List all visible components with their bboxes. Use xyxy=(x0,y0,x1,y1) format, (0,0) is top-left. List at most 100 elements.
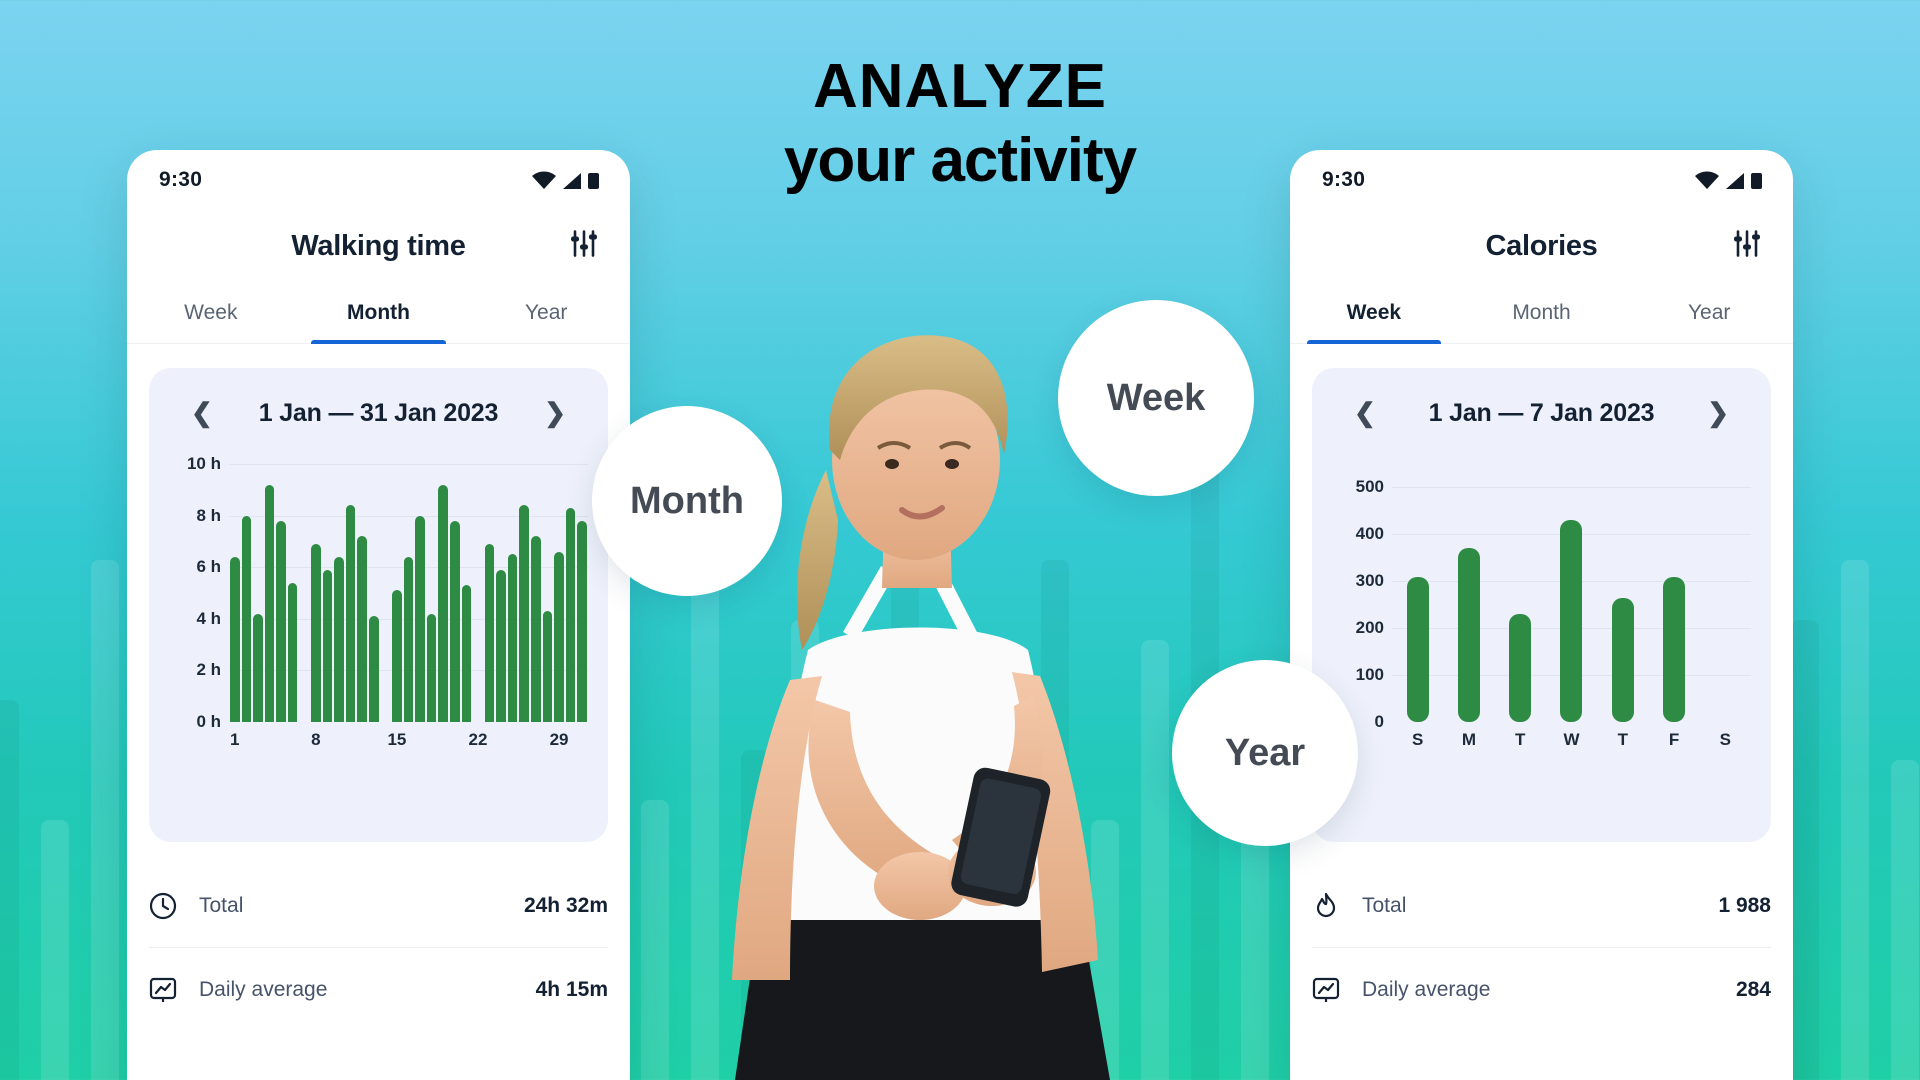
chart-bar xyxy=(1406,576,1429,722)
x-tick-label: 1 xyxy=(230,730,240,749)
tab-month-label: Month xyxy=(347,300,410,324)
x-tick-label: S xyxy=(1411,730,1424,749)
y-tick-label: 200 xyxy=(1355,618,1384,638)
tab-year[interactable]: Year xyxy=(1625,282,1793,343)
chart-bar xyxy=(1509,614,1532,722)
bubble-label: Year xyxy=(1224,731,1306,774)
phone-calories: 9:30 Calories Week Month Year ❮ 1 Jan — … xyxy=(1290,150,1793,1080)
stat-value: 4h 15m xyxy=(535,978,608,1001)
chevron-left-icon[interactable]: ❮ xyxy=(191,398,213,429)
chart-bar xyxy=(241,515,252,722)
chart-bar xyxy=(438,484,448,722)
stat-value: 284 xyxy=(1735,978,1771,1001)
page-title: ANALYZE your activity xyxy=(0,56,1920,192)
bar-series-right xyxy=(1392,464,1751,722)
chart-bar xyxy=(449,520,460,722)
chart-bar xyxy=(253,613,263,722)
tab-year-label: Year xyxy=(1687,300,1731,324)
walking-time-chart: 0 h 2 h 4 h 6 h 8 h 10 h 1 8 15 22 29 xyxy=(169,454,588,754)
calories-chart: 0 100 200 300 400 500 S M T W T F S xyxy=(1332,464,1751,754)
x-tick-label: F xyxy=(1668,730,1680,749)
chart-bar xyxy=(519,505,530,722)
chart-bar xyxy=(264,484,275,722)
screen-title: Walking time xyxy=(291,229,466,262)
headline-line-1: ANALYZE xyxy=(812,52,1108,121)
x-tick-label: W xyxy=(1563,730,1580,749)
y-axis-labels-right: 0 100 200 300 400 500 xyxy=(1332,464,1384,731)
chart-bar xyxy=(507,554,518,722)
chart-bar xyxy=(542,611,553,722)
tab-year[interactable]: Year xyxy=(462,282,630,343)
bubble-week[interactable]: Week xyxy=(1058,300,1254,496)
bubble-month[interactable]: Month xyxy=(592,406,782,596)
y-tick-label: 300 xyxy=(1355,571,1384,591)
stat-row-total-right: Total 1 988 xyxy=(1312,864,1771,948)
stat-name: Total xyxy=(1362,893,1407,917)
chart-bar xyxy=(531,536,541,722)
tab-month[interactable]: Month xyxy=(295,282,463,344)
headline-line-2: your activity xyxy=(783,126,1137,195)
x-tick-label: T xyxy=(1515,730,1526,749)
clock-icon xyxy=(149,892,193,920)
tab-year-label: Year xyxy=(524,300,568,324)
stat-row-total-left: Total 24h 32m xyxy=(149,864,608,948)
chart-bar xyxy=(322,569,333,722)
x-tick-label: T xyxy=(1617,730,1628,749)
chart-bar xyxy=(415,515,425,722)
chart-bar xyxy=(230,556,240,722)
flame-icon xyxy=(1312,892,1356,920)
chart-bar xyxy=(554,551,564,722)
bubble-year[interactable]: Year xyxy=(1172,660,1358,846)
y-tick-label: 500 xyxy=(1355,477,1384,497)
bar-series-left xyxy=(229,464,588,722)
date-range-selector-right: ❮ 1 Jan — 7 Jan 2023 ❯ xyxy=(1332,386,1751,440)
x-tick-label: 15 xyxy=(387,730,407,749)
sliders-icon[interactable] xyxy=(568,228,600,265)
y-tick-label: 6 h xyxy=(196,557,221,577)
app-bar-left: Walking time xyxy=(127,210,630,282)
chevron-right-icon[interactable]: ❯ xyxy=(1707,398,1729,429)
chart-card-left: ❮ 1 Jan — 31 Jan 2023 ❯ 0 h 2 h 4 h 6 h 8 h 1… xyxy=(149,368,608,842)
chart-trend-icon xyxy=(149,976,193,1004)
period-tabs-right: Week Month Year xyxy=(1290,282,1793,344)
chart-bar xyxy=(565,507,576,722)
stat-row-daily-average-right: Daily average 284 xyxy=(1312,948,1771,1032)
chart-bar xyxy=(403,556,414,722)
chart-bar xyxy=(287,582,298,722)
tab-month[interactable]: Month xyxy=(1458,282,1626,343)
chevron-left-icon[interactable]: ❮ xyxy=(1354,398,1376,429)
tab-week[interactable]: Week xyxy=(1290,282,1458,344)
stat-row-daily-average-left: Daily average 4h 15m xyxy=(149,948,608,1032)
phone-walking-time: 9:30 Walking time Week Month Year ❮ 1 Ja… xyxy=(127,150,630,1080)
x-tick-label: 29 xyxy=(549,730,569,749)
chart-card-right: ❮ 1 Jan — 7 Jan 2023 ❯ 0 100 200 300 400 500 … xyxy=(1312,368,1771,842)
x-tick-label: M xyxy=(1461,730,1476,749)
sliders-icon[interactable] xyxy=(1731,228,1763,265)
y-tick-label: 100 xyxy=(1355,665,1384,685)
chart-bar xyxy=(461,585,472,722)
stat-value: 24h 32m xyxy=(523,893,608,917)
app-bar-right: Calories xyxy=(1290,210,1793,282)
y-tick-label: 0 xyxy=(1374,712,1384,731)
chart-bar xyxy=(1457,548,1480,722)
stat-name: Total xyxy=(199,893,244,917)
screen-title: Calories xyxy=(1485,229,1598,262)
tab-week[interactable]: Week xyxy=(127,282,295,343)
chart-bar xyxy=(276,520,286,722)
tab-month-label: Month xyxy=(1512,300,1571,324)
stat-name: Daily average xyxy=(1362,978,1491,1001)
chevron-right-icon[interactable]: ❯ xyxy=(544,398,566,429)
stat-value: 1 988 xyxy=(1718,893,1771,917)
chart-bar xyxy=(334,556,344,722)
tab-week-label: Week xyxy=(184,300,238,324)
chart-trend-icon xyxy=(1312,976,1356,1004)
stat-name: Daily average xyxy=(199,978,328,1001)
x-tick-label: S xyxy=(1719,730,1731,749)
date-range-label: 1 Jan — 7 Jan 2023 xyxy=(1428,398,1655,427)
y-tick-label: 10 h xyxy=(186,454,221,473)
x-tick-label: 22 xyxy=(468,730,488,749)
chart-bar xyxy=(1611,597,1634,722)
y-tick-label: 0 h xyxy=(196,712,221,731)
x-tick-label: 8 xyxy=(311,730,321,749)
chart-bar xyxy=(426,613,437,722)
